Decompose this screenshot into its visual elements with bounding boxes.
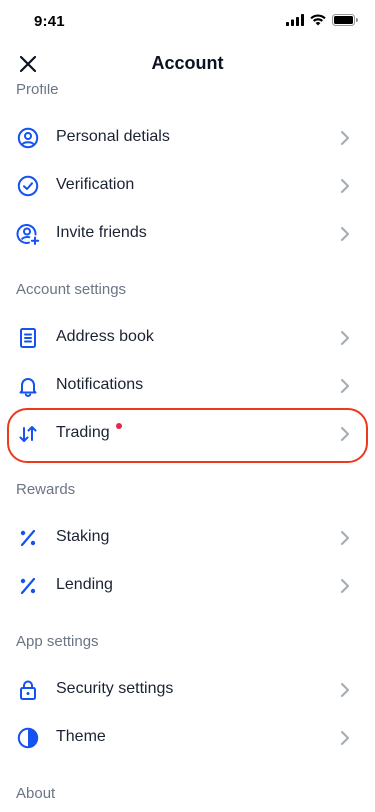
row-notifications[interactable]: Notifications	[0, 362, 375, 410]
theme-contrast-icon	[16, 726, 40, 750]
row-theme[interactable]: Theme	[0, 714, 375, 762]
row-address-book[interactable]: Address book	[0, 314, 375, 362]
row-trading[interactable]: Trading	[0, 410, 375, 458]
chevron-right-icon	[335, 224, 355, 244]
row-label-invite-friends: Invite friends	[56, 224, 147, 241]
chevron-right-icon	[335, 376, 355, 396]
chevron-right-icon	[335, 176, 355, 196]
row-label-security-settings: Security settings	[56, 680, 174, 697]
section-header-rewards: Rewards	[16, 481, 76, 498]
chevron-right-icon	[335, 528, 355, 548]
row-label-lending: Lending	[56, 576, 113, 593]
bell-icon	[16, 374, 40, 398]
row-label-notifications: Notifications	[56, 376, 144, 393]
page-title: Account	[151, 53, 224, 73]
check-circle-icon	[16, 174, 40, 198]
user-circle-icon	[16, 126, 40, 150]
status-time: 9:41	[34, 13, 65, 30]
chevron-right-icon	[335, 728, 355, 748]
status-bar: 9:41	[0, 0, 375, 44]
chevron-right-icon	[335, 328, 355, 348]
section-header-account-settings: Account settings	[16, 281, 127, 298]
row-label-address-book: Address book	[56, 328, 154, 345]
notification-dot	[116, 423, 122, 429]
add-user-icon	[16, 222, 40, 246]
status-icons	[286, 14, 358, 26]
chevron-right-icon	[335, 128, 355, 148]
row-verification[interactable]: Verification	[0, 162, 375, 210]
row-label-theme: Theme	[56, 728, 106, 745]
settings-list[interactable]: Profile Personal detials Verification In…	[0, 84, 375, 812]
row-invite-friends[interactable]: Invite friends	[0, 210, 375, 258]
swap-arrows-icon	[16, 422, 40, 446]
battery-icon	[332, 14, 358, 26]
section-header-profile: Profile	[16, 84, 59, 98]
percent-icon	[16, 526, 40, 550]
row-lending[interactable]: Lending	[0, 562, 375, 610]
row-security-settings[interactable]: Security settings	[0, 666, 375, 714]
row-label-trading: Trading	[56, 424, 110, 441]
percent-icon	[16, 574, 40, 598]
section-header-app-settings: App settings	[16, 633, 99, 650]
row-personal-details[interactable]: Personal detials	[0, 114, 375, 162]
nav-bar: Account	[0, 44, 375, 84]
wifi-icon	[310, 14, 326, 26]
row-label-verification: Verification	[56, 176, 135, 193]
section-header-about: About	[16, 785, 56, 802]
row-label-personal-details: Personal detials	[56, 128, 170, 145]
address-book-icon	[16, 326, 40, 350]
cellular-signal-icon	[286, 14, 304, 26]
row-staking[interactable]: Staking	[0, 514, 375, 562]
chevron-right-icon	[335, 680, 355, 700]
chevron-right-icon	[335, 424, 355, 444]
lock-icon	[16, 678, 40, 702]
row-label-staking: Staking	[56, 528, 110, 545]
chevron-right-icon	[335, 576, 355, 596]
